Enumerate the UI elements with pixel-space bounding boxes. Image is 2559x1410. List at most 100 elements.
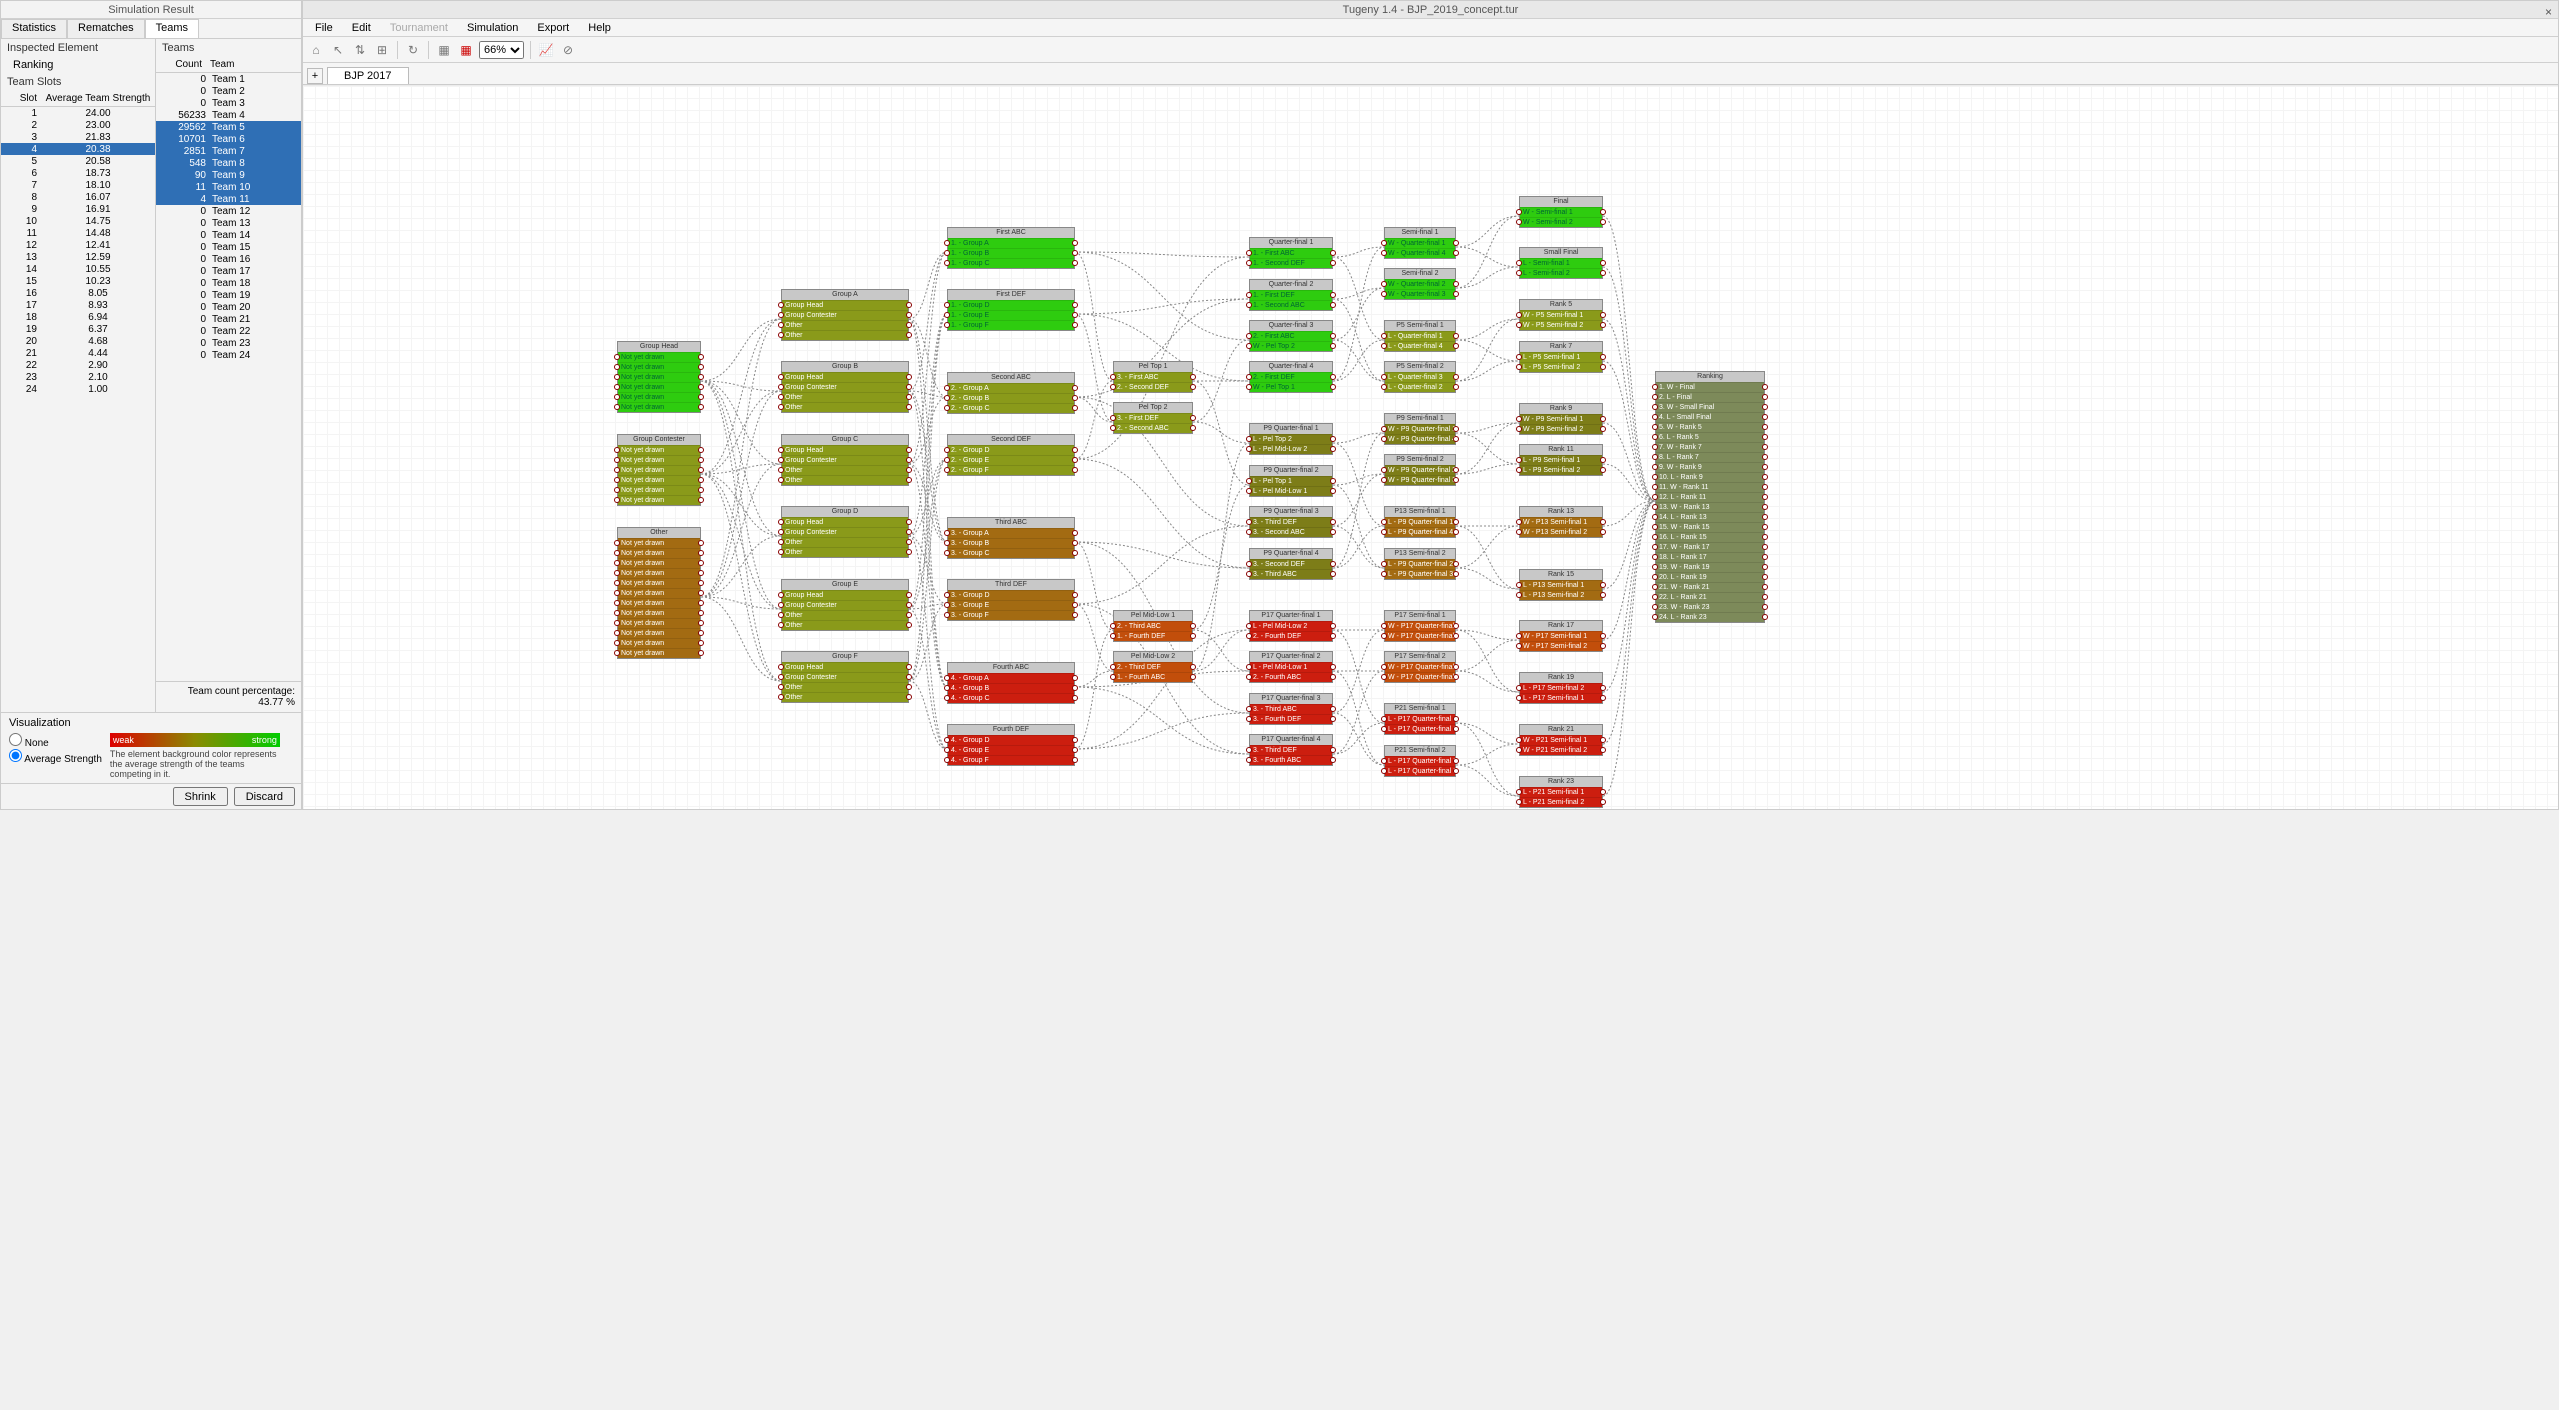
- input-port[interactable]: [1652, 434, 1658, 440]
- input-port[interactable]: [1110, 415, 1116, 421]
- input-port[interactable]: [1652, 454, 1658, 460]
- output-port[interactable]: [906, 602, 912, 608]
- output-port[interactable]: [1453, 281, 1459, 287]
- output-port[interactable]: [906, 674, 912, 680]
- output-port[interactable]: [906, 539, 912, 545]
- input-port[interactable]: [1652, 484, 1658, 490]
- input-port[interactable]: [944, 302, 950, 308]
- output-port[interactable]: [1330, 292, 1336, 298]
- slot-row[interactable]: 1212.41: [1, 239, 155, 251]
- bracket-node-ge[interactable]: Group EGroup HeadGroup ContesterOtherOth…: [781, 579, 909, 631]
- input-port[interactable]: [614, 404, 620, 410]
- input-port[interactable]: [944, 312, 950, 318]
- output-port[interactable]: [1762, 574, 1768, 580]
- input-port[interactable]: [778, 602, 784, 608]
- slot-row[interactable]: 1014.75: [1, 215, 155, 227]
- input-port[interactable]: [614, 374, 620, 380]
- output-port[interactable]: [1762, 524, 1768, 530]
- input-port[interactable]: [1652, 524, 1658, 530]
- output-port[interactable]: [1072, 737, 1078, 743]
- input-port[interactable]: [1652, 444, 1658, 450]
- output-port[interactable]: [1600, 799, 1606, 805]
- input-port[interactable]: [1246, 488, 1252, 494]
- input-port[interactable]: [1516, 354, 1522, 360]
- output-port[interactable]: [1600, 695, 1606, 701]
- output-port[interactable]: [1453, 384, 1459, 390]
- slot-row[interactable]: 1410.55: [1, 263, 155, 275]
- output-port[interactable]: [1330, 633, 1336, 639]
- bracket-node-r13[interactable]: Rank 13W - P13 Semi-final 1W - P13 Semi-…: [1519, 506, 1603, 538]
- team-row[interactable]: 548Team 8: [156, 157, 301, 169]
- output-port[interactable]: [698, 570, 704, 576]
- bracket-node-td[interactable]: Third DEF3. - Group D3. - Group E3. - Gr…: [947, 579, 1075, 621]
- bracket-node-sa[interactable]: Second ABC2. - Group A2. - Group B2. - G…: [947, 372, 1075, 414]
- input-port[interactable]: [1246, 571, 1252, 577]
- bracket-node-r21[interactable]: Rank 21W - P21 Semi-final 1W - P21 Semi-…: [1519, 724, 1603, 756]
- bracket-node-sf2[interactable]: Semi-final 2W - Quarter-final 2W - Quart…: [1384, 268, 1456, 300]
- output-port[interactable]: [1762, 504, 1768, 510]
- menu-help[interactable]: Help: [580, 22, 619, 34]
- bracket-node-p17s2[interactable]: P17 Semi-final 2W - P17 Quarter-final 2W…: [1384, 651, 1456, 683]
- output-port[interactable]: [1762, 604, 1768, 610]
- menu-edit[interactable]: Edit: [344, 22, 379, 34]
- output-port[interactable]: [1330, 561, 1336, 567]
- output-port[interactable]: [1330, 519, 1336, 525]
- input-port[interactable]: [944, 695, 950, 701]
- input-port[interactable]: [1652, 614, 1658, 620]
- input-port[interactable]: [1652, 604, 1658, 610]
- input-port[interactable]: [1246, 292, 1252, 298]
- output-port[interactable]: [698, 394, 704, 400]
- slot-row[interactable]: 178.93: [1, 299, 155, 311]
- input-port[interactable]: [1516, 799, 1522, 805]
- team-row[interactable]: 11Team 10: [156, 181, 301, 193]
- output-port[interactable]: [1453, 664, 1459, 670]
- output-port[interactable]: [1762, 544, 1768, 550]
- output-port[interactable]: [1453, 333, 1459, 339]
- output-port[interactable]: [1600, 519, 1606, 525]
- output-port[interactable]: [906, 302, 912, 308]
- output-port[interactable]: [698, 447, 704, 453]
- team-row[interactable]: 0Team 22: [156, 325, 301, 337]
- bracket-node-p9q4[interactable]: P9 Quarter-final 43. - Second DEF3. - Th…: [1249, 548, 1333, 580]
- output-port[interactable]: [906, 684, 912, 690]
- output-port[interactable]: [906, 592, 912, 598]
- input-port[interactable]: [1652, 554, 1658, 560]
- input-port[interactable]: [1652, 544, 1658, 550]
- input-port[interactable]: [944, 737, 950, 743]
- bracket-node-fd[interactable]: First DEF1. - Group D1. - Group E1. - Gr…: [947, 289, 1075, 331]
- output-port[interactable]: [906, 332, 912, 338]
- bracket-node-gb[interactable]: Group BGroup HeadGroup ContesterOtherOth…: [781, 361, 909, 413]
- output-port[interactable]: [1600, 529, 1606, 535]
- input-port[interactable]: [1246, 436, 1252, 442]
- output-port[interactable]: [1453, 726, 1459, 732]
- output-port[interactable]: [698, 640, 704, 646]
- tab-bjp2017[interactable]: BJP 2017: [327, 67, 409, 84]
- teams-body[interactable]: 0Team 10Team 20Team 356233Team 429562Tea…: [156, 73, 301, 681]
- input-port[interactable]: [944, 550, 950, 556]
- slot-row[interactable]: 1312.59: [1, 251, 155, 263]
- output-port[interactable]: [1072, 385, 1078, 391]
- output-port[interactable]: [1600, 747, 1606, 753]
- input-port[interactable]: [778, 592, 784, 598]
- tab-rematches[interactable]: Rematches: [67, 19, 145, 38]
- team-row[interactable]: 56233Team 4: [156, 109, 301, 121]
- team-row[interactable]: 29562Team 5: [156, 121, 301, 133]
- output-port[interactable]: [1600, 643, 1606, 649]
- output-port[interactable]: [1072, 312, 1078, 318]
- output-port[interactable]: [906, 457, 912, 463]
- input-port[interactable]: [1381, 281, 1387, 287]
- input-port[interactable]: [1516, 592, 1522, 598]
- input-port[interactable]: [1516, 322, 1522, 328]
- bracket-node-r17[interactable]: Rank 17W - P17 Semi-final 1W - P17 Semi-…: [1519, 620, 1603, 652]
- input-port[interactable]: [1110, 674, 1116, 680]
- output-port[interactable]: [1453, 768, 1459, 774]
- output-port[interactable]: [1190, 415, 1196, 421]
- output-port[interactable]: [1072, 260, 1078, 266]
- input-port[interactable]: [944, 260, 950, 266]
- output-port[interactable]: [1600, 219, 1606, 225]
- output-port[interactable]: [906, 519, 912, 525]
- slot-row[interactable]: 520.58: [1, 155, 155, 167]
- bracket-node-pt1[interactable]: Pel Top 13. - First ABC2. - Second DEF: [1113, 361, 1193, 393]
- bracket-node-p17q3[interactable]: P17 Quarter-final 33. - Third ABC3. - Fo…: [1249, 693, 1333, 725]
- input-port[interactable]: [778, 394, 784, 400]
